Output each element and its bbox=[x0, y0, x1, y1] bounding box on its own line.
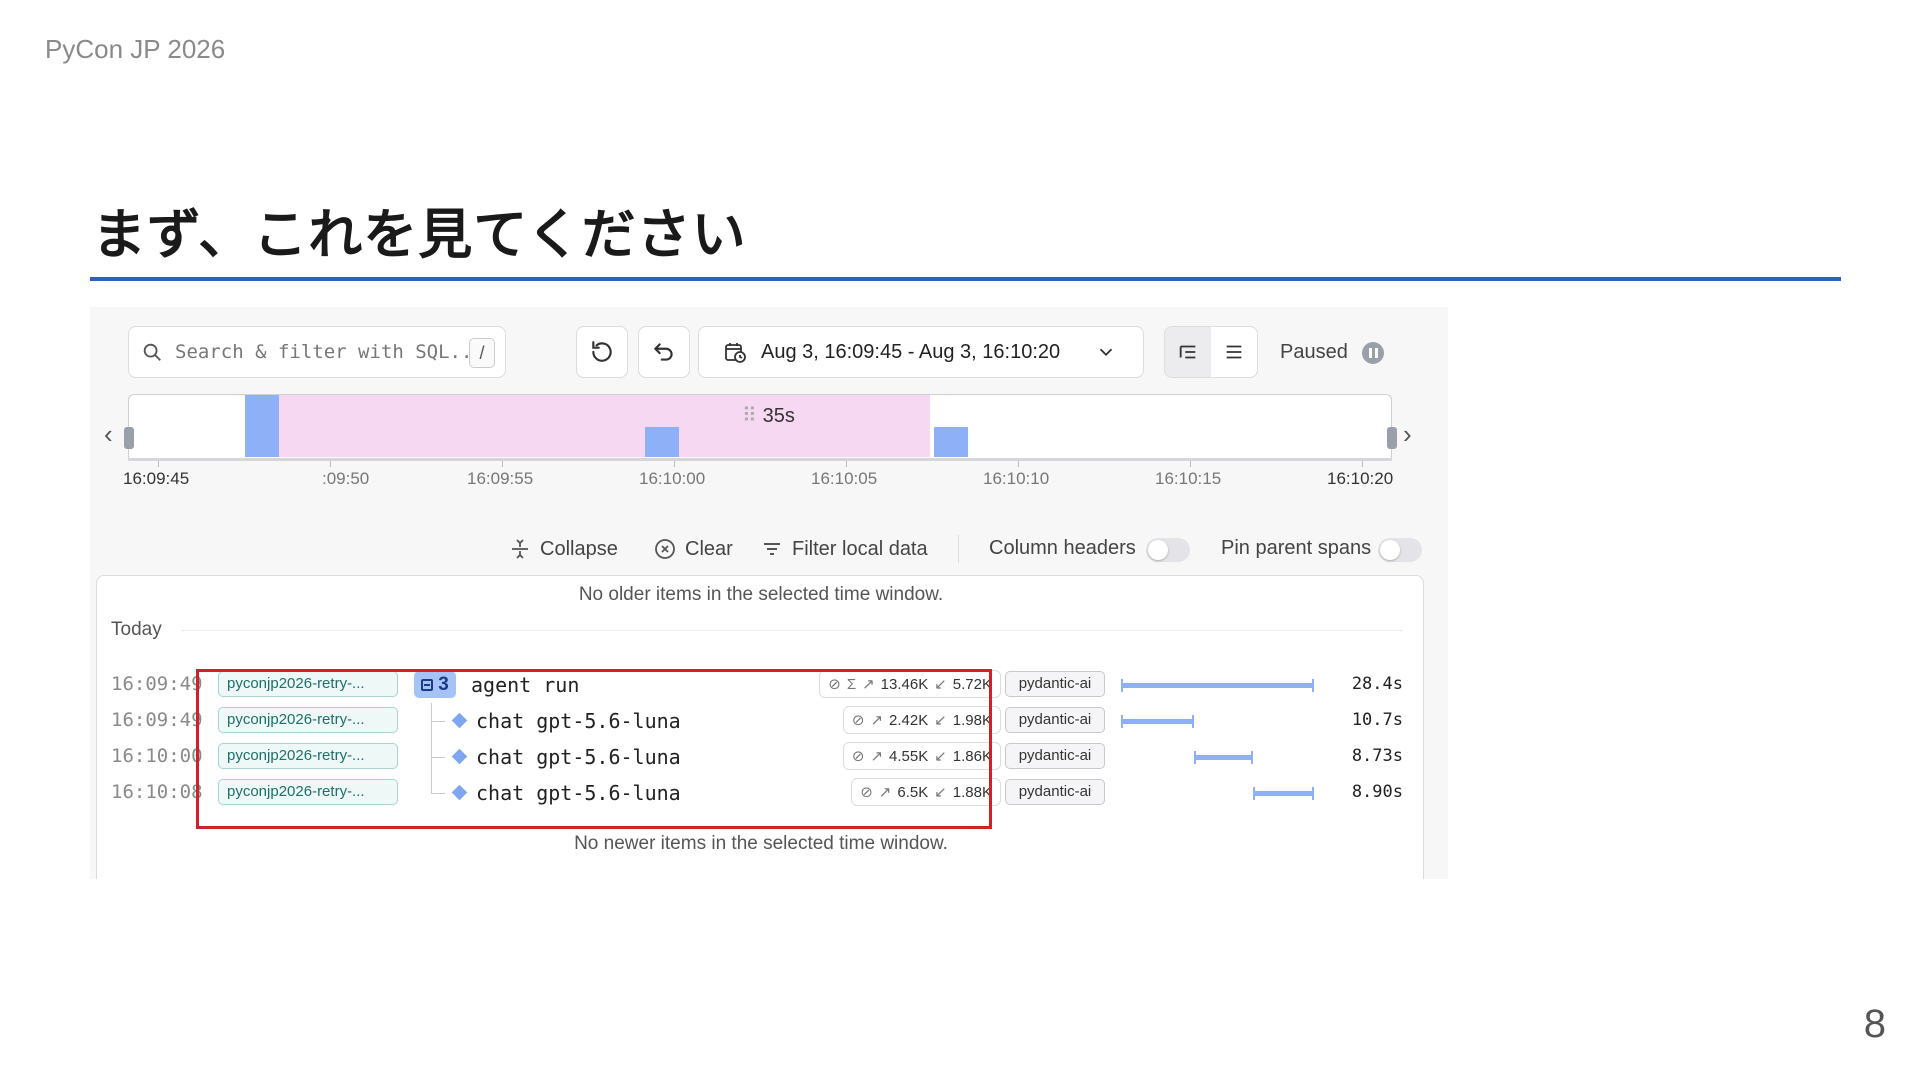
span-duration: 8.73s bbox=[1351, 746, 1403, 766]
timeline-prev-icon[interactable]: ‹ bbox=[104, 419, 113, 450]
timeline-tick bbox=[158, 461, 159, 467]
timeline-tick bbox=[674, 461, 675, 467]
scope-badge: pydantic-ai bbox=[1005, 743, 1105, 769]
collapse-button[interactable]: Collapse bbox=[508, 537, 618, 561]
timeline-tick bbox=[1018, 461, 1019, 467]
timeline-tick-label: 16:10:00 bbox=[639, 469, 706, 488]
search-icon bbox=[143, 343, 161, 361]
conference-label: PyCon JP 2026 bbox=[45, 34, 226, 64]
chevron-down-icon bbox=[1099, 348, 1113, 357]
scope-badge: pydantic-ai bbox=[1005, 779, 1105, 805]
span-duration: 8.90s bbox=[1351, 782, 1403, 802]
tree-list-icon bbox=[1179, 345, 1196, 359]
older-items-notice: No older items in the selected time wind… bbox=[578, 584, 944, 605]
timeline-tick-label: 16:09:45 bbox=[123, 469, 190, 488]
timeline-tick-label: 16:10:10 bbox=[983, 469, 1050, 488]
clear-label: Clear bbox=[685, 537, 733, 560]
filter-label: Filter local data bbox=[792, 537, 928, 560]
scope-badge: pydantic-ai bbox=[1005, 671, 1105, 697]
view-toggle bbox=[1164, 326, 1258, 378]
filter-icon bbox=[764, 543, 780, 555]
duration-bar bbox=[1253, 787, 1314, 800]
timeline-tick bbox=[1362, 461, 1363, 467]
collapse-label: Collapse bbox=[540, 537, 618, 560]
collapse-icon bbox=[512, 539, 528, 559]
undo-button[interactable] bbox=[638, 326, 690, 378]
duration-bar bbox=[1121, 715, 1194, 728]
duration-bar bbox=[1121, 679, 1314, 692]
timeline-axis bbox=[128, 458, 1392, 461]
pause-icon[interactable] bbox=[1362, 342, 1384, 364]
refresh-icon bbox=[592, 341, 612, 362]
timeline-right-handle[interactable] bbox=[1387, 427, 1397, 449]
live-status-label: Paused bbox=[1280, 341, 1348, 363]
title-rule bbox=[90, 277, 1841, 281]
tree-view-button[interactable] bbox=[1165, 327, 1211, 377]
timeline-tick-label: :09:50 bbox=[322, 469, 370, 488]
options-divider bbox=[958, 535, 959, 563]
span-time: 16:09:49 bbox=[111, 709, 203, 731]
histogram-bar bbox=[645, 427, 679, 457]
duration-bar bbox=[1193, 751, 1254, 764]
timeline-left-handle[interactable] bbox=[124, 427, 134, 449]
timeline-tick bbox=[846, 461, 847, 467]
timeline-tick-label: 16:10:05 bbox=[811, 469, 878, 488]
column-headers-toggle[interactable] bbox=[1146, 538, 1190, 562]
calendar-clock-icon bbox=[725, 343, 746, 363]
group-divider bbox=[181, 630, 1403, 631]
timeline-next-icon[interactable]: › bbox=[1403, 419, 1412, 450]
timeline-tick bbox=[330, 461, 331, 467]
timeline-selection[interactable] bbox=[245, 395, 930, 457]
timeline-tick-label: 16:10:15 bbox=[1155, 469, 1222, 488]
span-time: 16:10:00 bbox=[111, 745, 203, 767]
timeline-tick-label: 16:10:20 bbox=[1327, 469, 1394, 488]
refresh-button[interactable] bbox=[576, 326, 628, 378]
time-range-picker[interactable]: Aug 3, 16:09:45 - Aug 3, 16:10:20 bbox=[698, 326, 1144, 378]
slide-title: まず、これを見てください bbox=[92, 203, 747, 266]
scope-badge: pydantic-ai bbox=[1005, 707, 1105, 733]
span-duration: 28.4s bbox=[1351, 674, 1403, 694]
pin-parent-spans-toggle[interactable] bbox=[1378, 538, 1422, 562]
histogram-bar bbox=[245, 395, 279, 457]
page-number: 8 bbox=[1863, 1002, 1886, 1046]
highlight-box bbox=[196, 669, 992, 829]
flat-list-button[interactable] bbox=[1211, 327, 1257, 377]
time-range-label: Aug 3, 16:09:45 - Aug 3, 16:10:20 bbox=[761, 340, 1061, 363]
group-label-today: Today bbox=[111, 619, 162, 640]
search-input[interactable]: Search & filter with SQL... / bbox=[128, 326, 506, 378]
selection-duration: ⠿ 35s bbox=[742, 405, 795, 427]
clear-button[interactable]: Clear bbox=[653, 537, 733, 561]
span-time: 16:10:08 bbox=[111, 781, 203, 803]
timeline-histogram[interactable]: ⠿ 35s bbox=[128, 394, 1392, 459]
histogram-bar bbox=[934, 427, 968, 457]
search-shortcut-key: / bbox=[469, 338, 495, 368]
timeline-tick bbox=[1190, 461, 1191, 467]
search-placeholder: Search & filter with SQL... bbox=[175, 341, 470, 363]
timeline-tick bbox=[502, 461, 503, 467]
clear-circle-icon bbox=[655, 539, 675, 559]
newer-items-notice: No newer items in the selected time wind… bbox=[574, 833, 948, 854]
pin-parent-spans-label: Pin parent spans bbox=[1221, 537, 1372, 559]
column-headers-label: Column headers bbox=[989, 537, 1136, 559]
timeline-tick-label: 16:09:55 bbox=[467, 469, 534, 488]
span-duration: 10.7s bbox=[1351, 710, 1403, 730]
span-time: 16:09:49 bbox=[111, 673, 203, 695]
undo-icon bbox=[654, 343, 673, 361]
filter-local-data-button[interactable]: Filter local data bbox=[760, 537, 928, 561]
list-icon bbox=[1226, 345, 1242, 359]
